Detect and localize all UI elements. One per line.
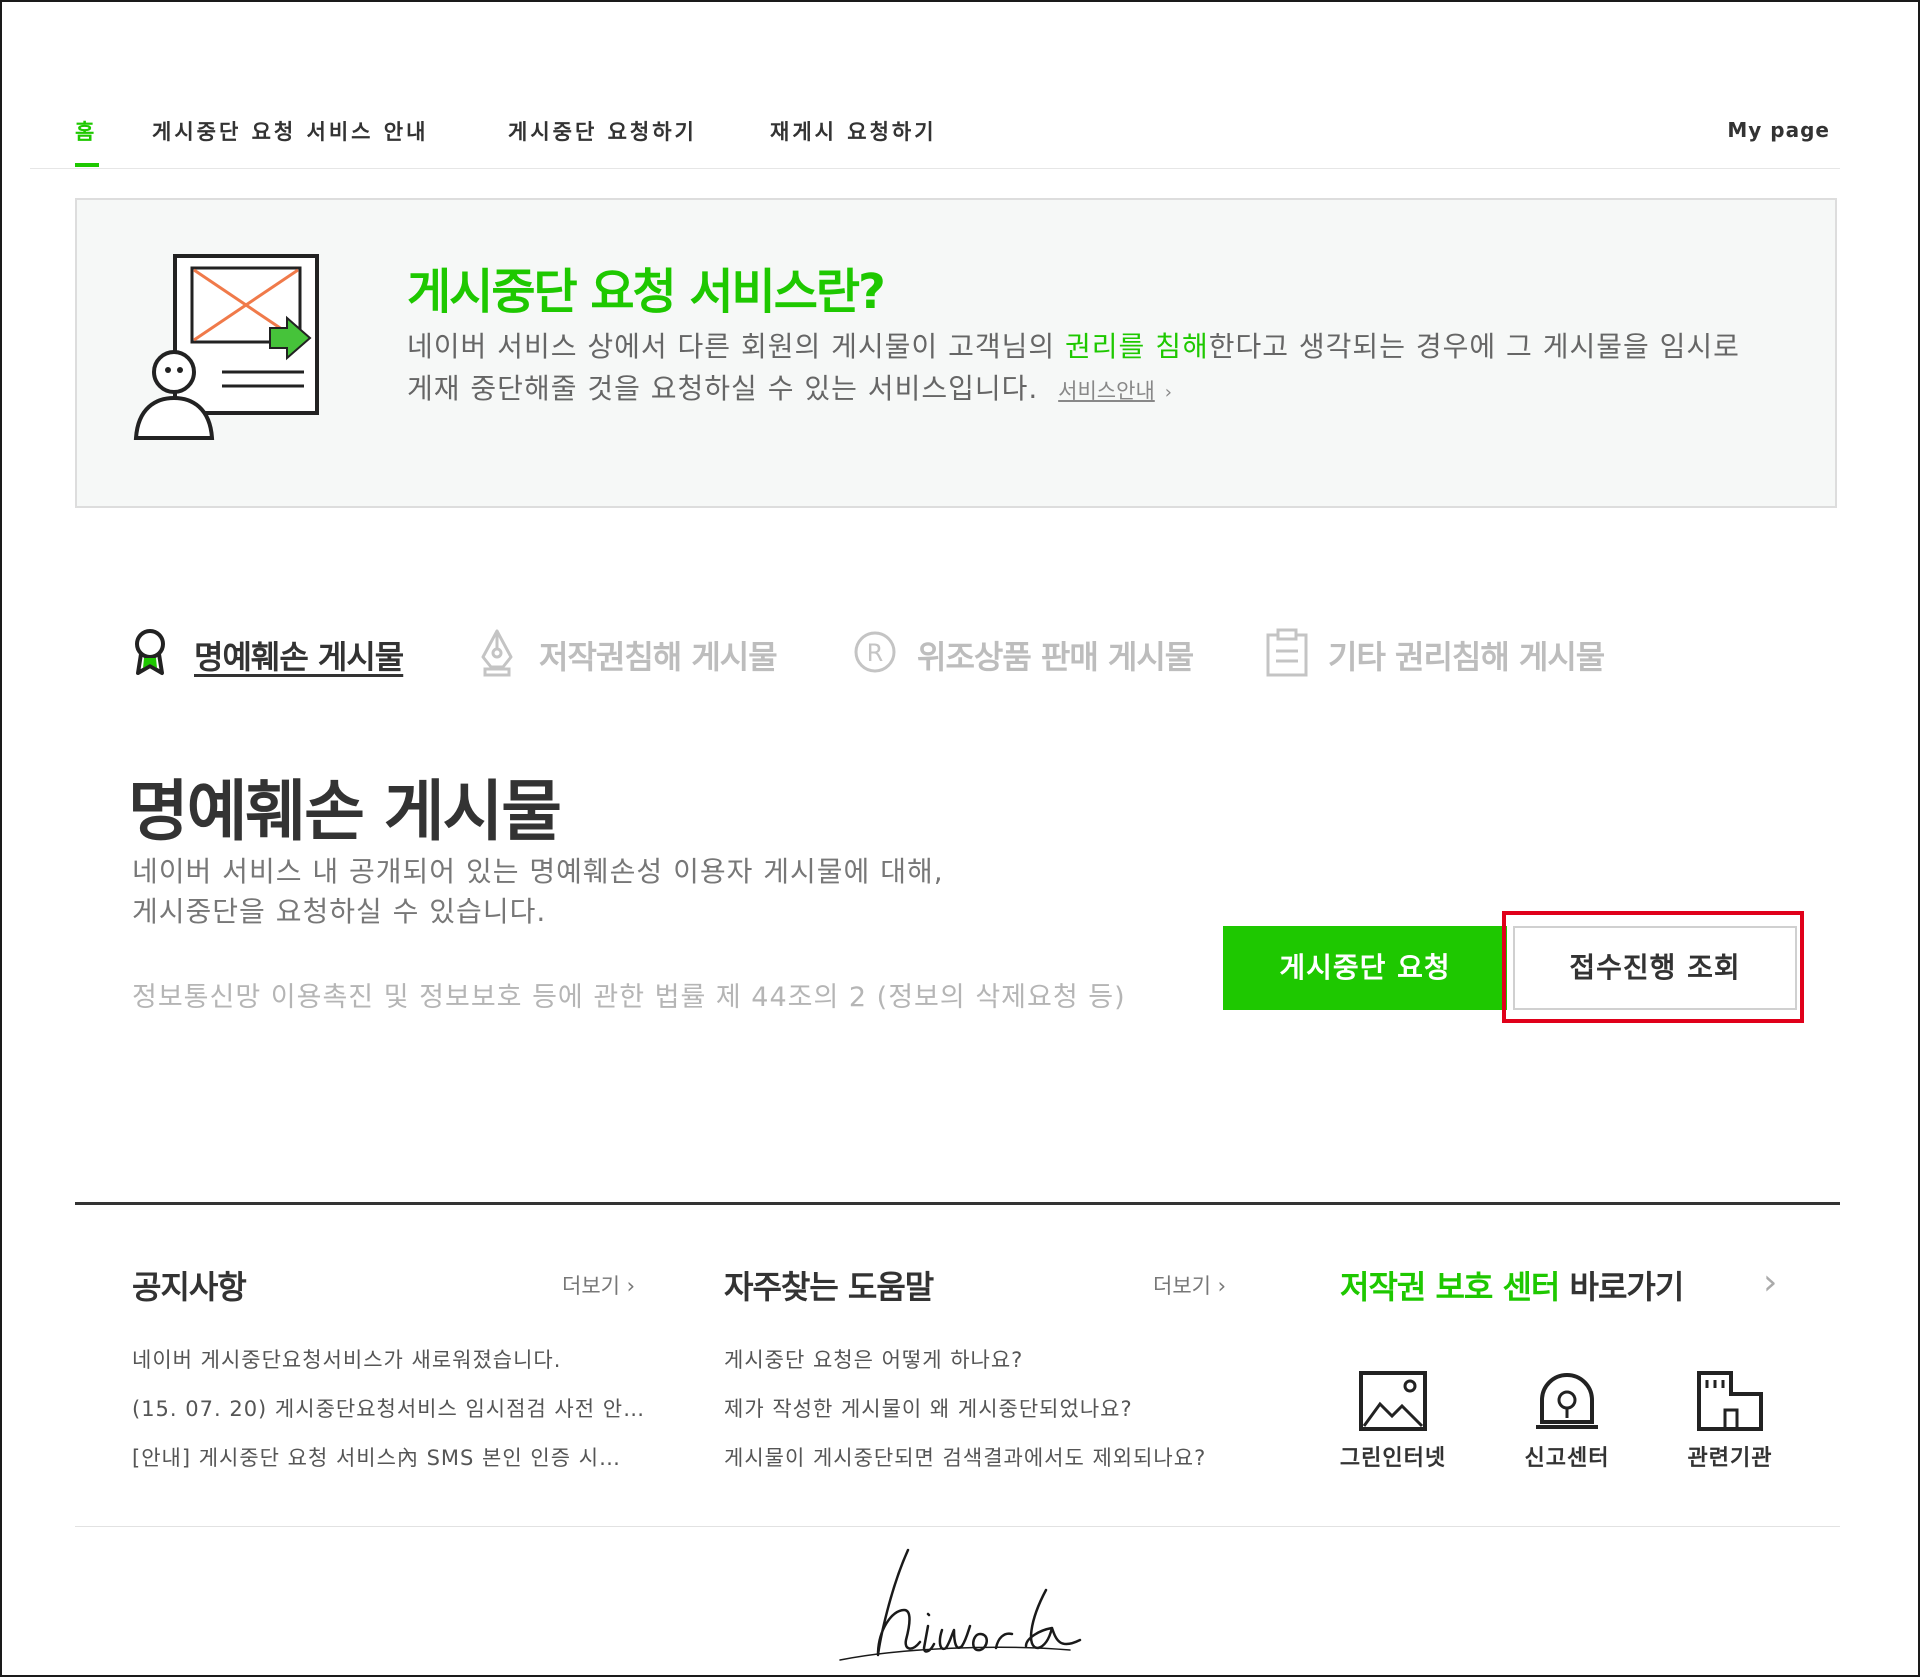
report-illustration-icon bbox=[133, 254, 319, 440]
signature-watermark bbox=[839, 1548, 1082, 1661]
faq-list: 게시중단 요청은 어떻게 하나요? 제가 작성한 게시물이 왜 게시중단되었나요… bbox=[724, 1344, 1206, 1491]
nav-request[interactable]: 게시중단 요청하기 bbox=[508, 116, 697, 146]
law-reference: 정보통신망 이용촉진 및 정보보호 등에 관한 법률 제 44조의 2 (정보의… bbox=[132, 982, 1126, 1013]
tab-defamation-label: 명예훼손 게시물 bbox=[194, 638, 404, 676]
notice-title: 공지사항 bbox=[132, 1268, 247, 1306]
service-guide-link[interactable]: 서비스안내 bbox=[1058, 379, 1155, 403]
nav-service-guide[interactable]: 게시중단 요청 서비스 안내 bbox=[152, 116, 428, 146]
service-guide-arrow-icon: › bbox=[1164, 382, 1173, 403]
intro-desc-line2: 게재 중단해줄 것을 요청하실 수 있는 서비스입니다. bbox=[407, 372, 1039, 405]
notice-item[interactable]: (15. 07. 20) 게시중단요청서비스 임시점검 사전 안… bbox=[132, 1393, 645, 1442]
intro-title: 게시중단 요청 서비스란? bbox=[407, 264, 886, 320]
report-siren-icon bbox=[1536, 1373, 1598, 1429]
nav-active-indicator bbox=[75, 163, 99, 167]
intro-box: 게시중단 요청 서비스란? 네이버 서비스 상에서 다른 회원의 게시물이 고객… bbox=[75, 198, 1837, 508]
chevron-right-icon[interactable]: › bbox=[1763, 1262, 1777, 1303]
intro-description: 네이버 서비스 상에서 다른 회원의 게시물이 고객님의 권리를 침해한다고 생… bbox=[407, 326, 1787, 414]
intro-desc-text: 네이버 서비스 상에서 다른 회원의 게시물이 고객님의 bbox=[407, 330, 1066, 363]
shortcut-label: 관련기관 bbox=[1687, 1446, 1773, 1471]
section-title: 명예훼손 게시물 bbox=[128, 773, 562, 850]
shortcut-report-center[interactable]: 신고센터 bbox=[1512, 1370, 1622, 1472]
faq-item[interactable]: 게시중단 요청은 어떻게 하나요? bbox=[724, 1344, 1206, 1393]
tab-copyright-label: 저작권침해 게시물 bbox=[539, 638, 778, 676]
shortcut-label: 신고센터 bbox=[1524, 1446, 1610, 1471]
copyright-center-title[interactable]: 저작권 보호 센터 바로가기 bbox=[1340, 1262, 1685, 1308]
tab-other-rights-label: 기타 권리침해 게시물 bbox=[1328, 638, 1605, 676]
section-desc-line1: 네이버 서비스 내 공개되어 있는 명예훼손성 이용자 게시물에 대해, bbox=[132, 855, 944, 888]
pen-nib-icon bbox=[481, 629, 513, 677]
notice-list: 네이버 게시중단요청서비스가 새로워졌습니다. (15. 07. 20) 게시중… bbox=[132, 1344, 645, 1491]
image-icon bbox=[1359, 1371, 1427, 1431]
clipboard-icon bbox=[1266, 628, 1308, 677]
nav-mypage[interactable]: My page bbox=[1727, 118, 1830, 142]
faq-item[interactable]: 게시물이 게시중단되면 검색결과에서도 제외되나요? bbox=[724, 1442, 1206, 1491]
copyright-center-title-green: 저작권 보호 센터 bbox=[1340, 1268, 1560, 1306]
check-status-button[interactable]: 접수진행 조회 bbox=[1513, 926, 1797, 1010]
request-takedown-button[interactable]: 게시중단 요청 bbox=[1223, 926, 1507, 1010]
svg-text:R: R bbox=[867, 639, 884, 667]
shortcut-related-agencies[interactable]: 관련기관 bbox=[1675, 1370, 1785, 1472]
registered-mark-icon: R bbox=[854, 631, 896, 673]
section-desc-line2: 게시중단을 요청하실 수 있습니다. bbox=[132, 895, 547, 928]
shortcut-label: 그린인터넷 bbox=[1339, 1446, 1447, 1471]
top-nav: 홈 게시중단 요청 서비스 안내 게시중단 요청하기 재게시 요청하기 My p… bbox=[30, 112, 1840, 169]
notice-item[interactable]: 네이버 게시중단요청서비스가 새로워졌습니다. bbox=[132, 1344, 645, 1393]
building-icon bbox=[1697, 1371, 1763, 1431]
section-divider bbox=[75, 1202, 1840, 1205]
shortcut-green-internet[interactable]: 그린인터넷 bbox=[1338, 1370, 1448, 1472]
section-description: 네이버 서비스 내 공개되어 있는 명예훼손성 이용자 게시물에 대해, 게시중… bbox=[132, 852, 1132, 932]
notice-item[interactable]: [안내] 게시중단 요청 서비스內 SMS 본인 인증 시… bbox=[132, 1442, 645, 1491]
faq-item[interactable]: 제가 작성한 게시물이 왜 게시중단되었나요? bbox=[724, 1393, 1206, 1442]
footer-divider bbox=[75, 1526, 1840, 1527]
intro-desc-highlight: 권리를 침해 bbox=[1065, 330, 1209, 363]
award-ribbon-icon bbox=[135, 629, 165, 675]
nav-home[interactable]: 홈 bbox=[75, 116, 97, 146]
notice-more-link[interactable]: 더보기 › bbox=[562, 1270, 635, 1300]
intro-desc-text-2: 한다고 생각되는 경우에 그 게시물을 임시로 bbox=[1208, 330, 1740, 363]
copyright-center-title-rest: 바로가기 bbox=[1559, 1268, 1685, 1306]
faq-more-link[interactable]: 더보기 › bbox=[1153, 1270, 1226, 1300]
tab-counterfeit-label: 위조상품 판매 게시물 bbox=[917, 638, 1194, 676]
faq-title: 자주찾는 도움말 bbox=[724, 1268, 934, 1306]
nav-repost-request[interactable]: 재게시 요청하기 bbox=[770, 116, 937, 146]
